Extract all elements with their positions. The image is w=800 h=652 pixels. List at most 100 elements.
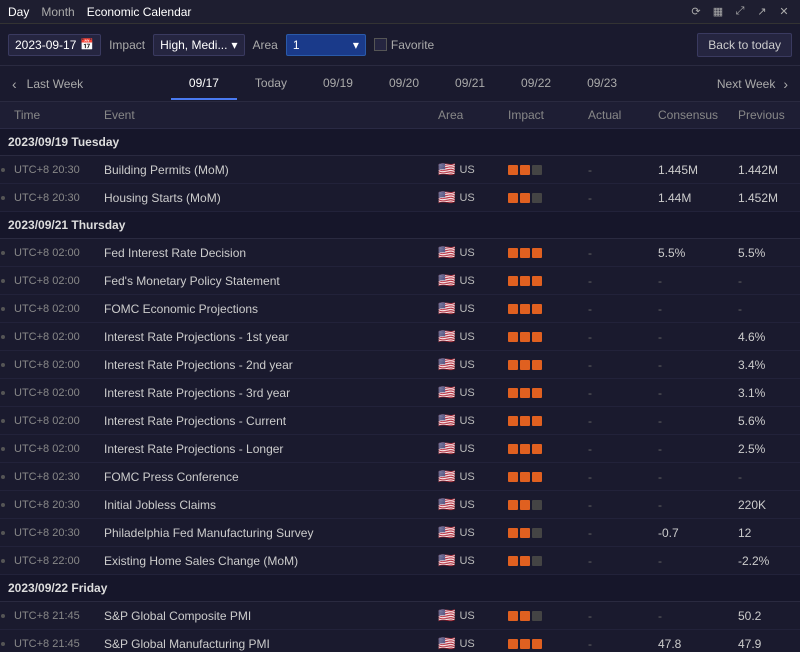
dash-value: - bbox=[588, 609, 592, 623]
event-consensus: - bbox=[650, 463, 730, 491]
favorite-checkbox[interactable] bbox=[374, 38, 387, 51]
table-row[interactable]: UTC+8 20:30 Housing Starts (MoM) 🇺🇸 US -… bbox=[0, 184, 800, 212]
impact-bars bbox=[508, 193, 572, 203]
event-name[interactable]: Fed Interest Rate Decision bbox=[96, 239, 430, 267]
table-row[interactable]: UTC+8 02:00 Interest Rate Projections - … bbox=[0, 407, 800, 435]
favorite-checkbox-wrapper[interactable]: Favorite bbox=[374, 38, 434, 52]
date-input[interactable]: 2023-09-17 📅 bbox=[8, 34, 101, 56]
indicator-dot bbox=[1, 335, 5, 339]
table-row[interactable]: UTC+8 02:00 FOMC Economic Projections 🇺🇸… bbox=[0, 295, 800, 323]
country-code: US bbox=[459, 359, 474, 371]
dash-value: - bbox=[658, 358, 662, 372]
dash-value: - bbox=[658, 498, 662, 512]
refresh-icon[interactable]: ⟳ bbox=[688, 4, 704, 20]
nav-date-0921[interactable]: 09/21 bbox=[437, 68, 503, 100]
event-name[interactable]: Philadelphia Fed Manufacturing Survey bbox=[96, 519, 430, 547]
impact-bar-filled bbox=[520, 639, 530, 649]
nav-date-0922[interactable]: 09/22 bbox=[503, 68, 569, 100]
nav-date-0919[interactable]: 09/19 bbox=[305, 68, 371, 100]
next-arrow-icon[interactable]: › bbox=[779, 76, 792, 92]
calendar-small-icon: 📅 bbox=[80, 38, 94, 51]
dash-value: - bbox=[738, 302, 742, 316]
event-name[interactable]: Interest Rate Projections - Longer bbox=[96, 435, 430, 463]
event-consensus: - bbox=[650, 602, 730, 630]
impact-bar-filled bbox=[508, 500, 518, 510]
tab-day[interactable]: Day bbox=[8, 5, 29, 19]
event-name[interactable]: Building Permits (MoM) bbox=[96, 156, 430, 184]
popout-icon[interactable]: ↗ bbox=[754, 4, 770, 20]
flag-icon: 🇺🇸 bbox=[438, 300, 455, 317]
table-row[interactable]: UTC+8 02:00 Fed Interest Rate Decision 🇺… bbox=[0, 239, 800, 267]
dash-value: - bbox=[588, 498, 592, 512]
area-dropdown[interactable]: 1 ▾ bbox=[286, 34, 366, 56]
event-name[interactable]: Initial Jobless Claims bbox=[96, 491, 430, 519]
table-row[interactable]: UTC+8 02:00 Interest Rate Projections - … bbox=[0, 351, 800, 379]
nav-date-today[interactable]: Today bbox=[237, 68, 305, 100]
last-week-label[interactable]: Last Week bbox=[21, 77, 89, 91]
table-row[interactable]: UTC+8 20:30 Philadelphia Fed Manufacturi… bbox=[0, 519, 800, 547]
event-name[interactable]: Housing Starts (MoM) bbox=[96, 184, 430, 212]
impact-value: High, Medi... bbox=[160, 38, 227, 52]
event-area: 🇺🇸 US bbox=[430, 239, 500, 267]
impact-chevron-icon: ▾ bbox=[231, 38, 237, 52]
nav-date-0923[interactable]: 09/23 bbox=[569, 68, 635, 100]
table-row[interactable]: UTC+8 02:00 Fed's Monetary Policy Statem… bbox=[0, 267, 800, 295]
tab-month[interactable]: Month bbox=[41, 5, 74, 19]
next-week-wrapper[interactable]: Next Week › bbox=[717, 76, 792, 92]
table-row[interactable]: UTC+8 20:30 Building Permits (MoM) 🇺🇸 US… bbox=[0, 156, 800, 184]
event-impact bbox=[500, 407, 580, 435]
close-icon[interactable]: ✕ bbox=[776, 4, 792, 20]
table-header: Time Event Area Impact Actual Consensus … bbox=[0, 102, 800, 129]
event-impact bbox=[500, 184, 580, 212]
table-row[interactable]: UTC+8 20:30 Initial Jobless Claims 🇺🇸 US… bbox=[0, 491, 800, 519]
event-name[interactable]: FOMC Press Conference bbox=[96, 463, 430, 491]
event-name[interactable]: Interest Rate Projections - 2nd year bbox=[96, 351, 430, 379]
event-consensus: - bbox=[650, 295, 730, 323]
event-previous: 3.4% bbox=[730, 351, 800, 379]
prev-arrow-icon[interactable]: ‹ bbox=[8, 76, 21, 92]
event-name[interactable]: S&P Global Composite PMI bbox=[96, 602, 430, 630]
table-row[interactable]: UTC+8 02:30 FOMC Press Conference 🇺🇸 US … bbox=[0, 463, 800, 491]
table-row[interactable]: UTC+8 21:45 S&P Global Composite PMI 🇺🇸 … bbox=[0, 602, 800, 630]
dash-value: - bbox=[658, 330, 662, 344]
event-impact bbox=[500, 463, 580, 491]
event-name[interactable]: Interest Rate Projections - Current bbox=[96, 407, 430, 435]
event-area: 🇺🇸 US bbox=[430, 295, 500, 323]
th-area: Area bbox=[430, 102, 500, 129]
th-previous: Previous bbox=[730, 102, 800, 129]
impact-bars bbox=[508, 472, 572, 482]
event-consensus: - bbox=[650, 323, 730, 351]
nav-date-0920[interactable]: 09/20 bbox=[371, 68, 437, 100]
table-row[interactable]: UTC+8 22:00 Existing Home Sales Change (… bbox=[0, 547, 800, 575]
event-name[interactable]: S&P Global Manufacturing PMI bbox=[96, 630, 430, 652]
next-week-label[interactable]: Next Week bbox=[717, 77, 775, 91]
calendar-icon[interactable]: ▦ bbox=[710, 4, 726, 20]
event-area: 🇺🇸 US bbox=[430, 630, 500, 652]
back-to-today-button[interactable]: Back to today bbox=[697, 33, 792, 57]
date-group-label: 2023/09/19 Tuesday bbox=[0, 129, 800, 156]
impact-bar-filled bbox=[508, 556, 518, 566]
event-consensus: - bbox=[650, 351, 730, 379]
event-name[interactable]: Interest Rate Projections - 1st year bbox=[96, 323, 430, 351]
table-row[interactable]: UTC+8 02:00 Interest Rate Projections - … bbox=[0, 435, 800, 463]
impact-bar-filled bbox=[520, 332, 530, 342]
country-code: US bbox=[459, 192, 474, 204]
impact-bar-filled bbox=[508, 416, 518, 426]
event-area: 🇺🇸 US bbox=[430, 435, 500, 463]
dash-value: - bbox=[738, 274, 742, 288]
table-row[interactable]: UTC+8 21:45 S&P Global Manufacturing PMI… bbox=[0, 630, 800, 652]
table-row[interactable]: UTC+8 02:00 Interest Rate Projections - … bbox=[0, 379, 800, 407]
event-name[interactable]: Fed's Monetary Policy Statement bbox=[96, 267, 430, 295]
expand-icon[interactable]: ⤢ bbox=[732, 4, 748, 20]
country-code: US bbox=[459, 610, 474, 622]
event-area: 🇺🇸 US bbox=[430, 463, 500, 491]
flag-icon: 🇺🇸 bbox=[438, 468, 455, 485]
table-row[interactable]: UTC+8 02:00 Interest Rate Projections - … bbox=[0, 323, 800, 351]
impact-dropdown[interactable]: High, Medi... ▾ bbox=[153, 34, 244, 56]
impact-bar-empty bbox=[532, 165, 542, 175]
event-name[interactable]: Existing Home Sales Change (MoM) bbox=[96, 547, 430, 575]
nav-date-0917[interactable]: 09/17 bbox=[171, 68, 237, 100]
event-name[interactable]: Interest Rate Projections - 3rd year bbox=[96, 379, 430, 407]
indicator-dot bbox=[1, 503, 5, 507]
event-name[interactable]: FOMC Economic Projections bbox=[96, 295, 430, 323]
